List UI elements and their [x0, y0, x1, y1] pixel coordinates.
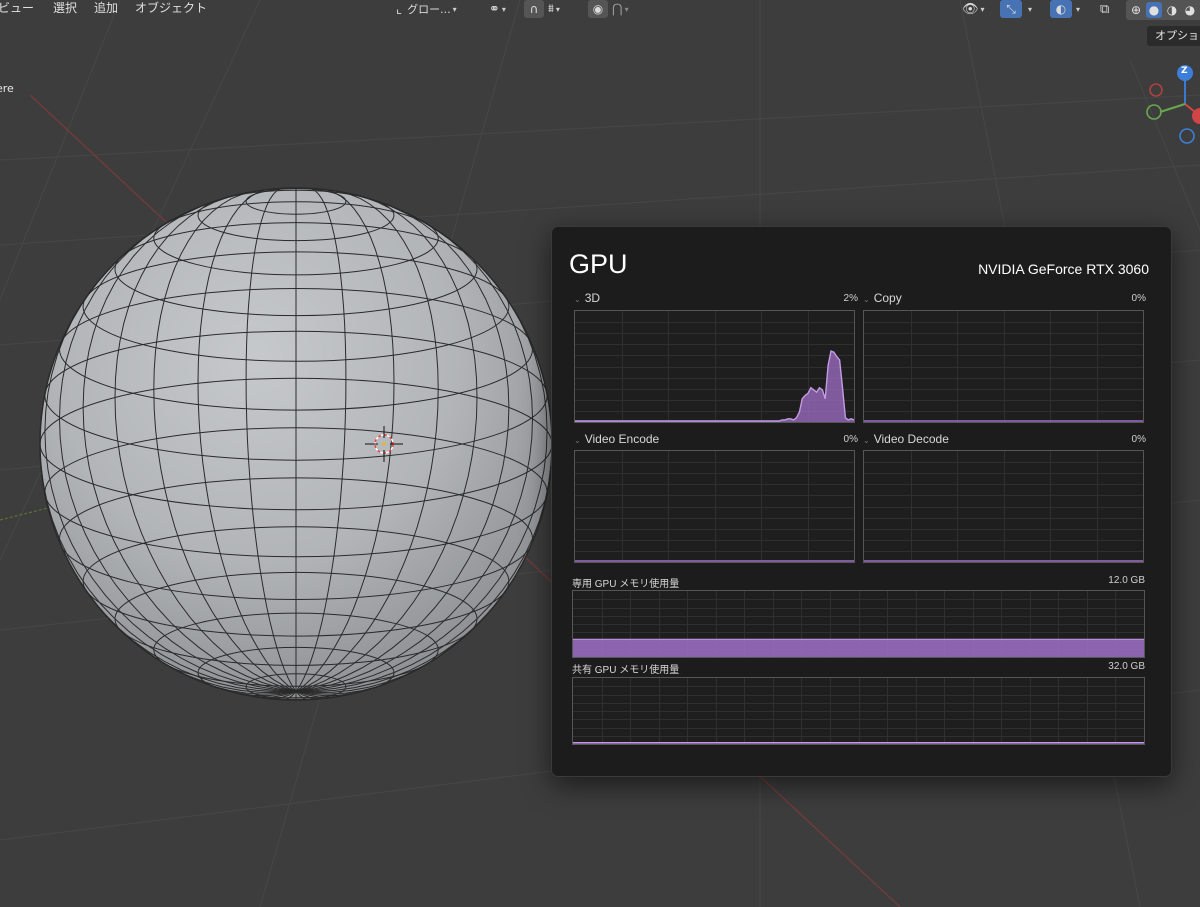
engine-percent-3d: 2%	[843, 293, 858, 304]
memory-usage-fill	[573, 639, 1144, 657]
snap-target-dropdown[interactable]: ⩩ ▾	[548, 0, 560, 18]
engine-percent-video-encode: 0%	[843, 434, 858, 445]
visibility-dropdown[interactable]: 👁 ▾	[962, 0, 985, 18]
viewport-shading-group: ⊕ ● ◑ ◕	[1126, 0, 1200, 20]
chevron-down-icon: ⌄	[574, 295, 581, 304]
rendered-shading-icon[interactable]: ◕	[1182, 2, 1198, 18]
chevron-down-icon: ▾	[624, 4, 629, 14]
chevron-down-icon: ⌄	[863, 436, 870, 445]
chevron-down-icon: ▾	[1076, 4, 1081, 14]
chevron-down-icon: ⌄	[863, 295, 870, 304]
transform-orientation-icon: ⌞	[396, 1, 403, 17]
engine-graph-copy	[863, 310, 1144, 423]
gizmo-icon: ⤡	[1000, 0, 1022, 18]
overlays-toggle[interactable]: ◐ ▾	[1050, 0, 1080, 18]
uv-sphere[interactable]	[39, 187, 553, 701]
gizmos-toggle[interactable]: ⤡ ▾	[1000, 0, 1032, 18]
dedicated-memory-label: 専用 GPU メモリ使用量	[572, 579, 680, 590]
shared-memory-label: 共有 GPU メモリ使用量	[572, 665, 680, 676]
proportional-falloff-dropdown[interactable]: ⋂ ▾	[612, 0, 629, 18]
wireframe-shading-icon[interactable]: ⊕	[1128, 2, 1144, 18]
chevron-down-icon: ▾	[1028, 4, 1033, 14]
viewport-header: ビュー 選択 追加 オブジェクト ⌞ グロー... ▾ ⚭ ▾ ∩ ⩩ ▾ ◉ …	[0, 0, 1200, 20]
engine-graph-video-encode	[574, 450, 855, 563]
chevron-down-icon: ▾	[452, 4, 457, 14]
snap-increment-icon: ⩩	[548, 2, 554, 15]
gizmo-z-label: Z	[1181, 66, 1188, 76]
falloff-curve-icon: ⋂	[612, 1, 623, 17]
shared-memory-graph	[572, 677, 1145, 745]
chevron-down-icon: ▾	[980, 4, 985, 14]
proportional-editing-toggle[interactable]: ◉	[588, 0, 608, 18]
dedicated-memory-graph	[572, 590, 1145, 658]
engine-graph-3d	[574, 310, 855, 423]
chevron-down-icon: ▾	[501, 4, 506, 14]
task-manager-gpu-panel: GPU NVIDIA GeForce RTX 3060 ⌄ 3D 2% ⌄ Copy…	[551, 226, 1172, 777]
shared-memory-total: 32.0 GB	[1108, 661, 1145, 672]
menu-select[interactable]: 選択	[53, 0, 77, 18]
engine-graph-video-decode	[863, 450, 1144, 563]
overlays-icon: ◐	[1050, 0, 1072, 18]
menu-view[interactable]: ビュー	[0, 0, 34, 18]
material-shading-icon[interactable]: ◑	[1164, 2, 1180, 18]
active-object-label: ere	[0, 82, 14, 95]
options-tab[interactable]: オプショ	[1147, 26, 1200, 46]
engine-percent-video-decode: 0%	[1131, 434, 1146, 445]
menu-add[interactable]: 追加	[94, 0, 118, 18]
proportional-edit-icon: ◉	[588, 0, 608, 18]
chevron-down-icon: ▾	[555, 4, 560, 14]
engine-percent-copy: 0%	[1131, 293, 1146, 304]
engine-selector-video-encode[interactable]: ⌄ Video Encode	[574, 432, 659, 446]
panel-title: GPU	[569, 249, 628, 279]
chevron-down-icon: ⌄	[574, 436, 581, 445]
pivot-point-dropdown[interactable]: ⚭ ▾	[489, 0, 506, 18]
xray-icon: ⧉	[1100, 1, 1110, 17]
engine-selector-3d[interactable]: ⌄ 3D	[574, 291, 600, 305]
engine-selector-copy[interactable]: ⌄ Copy	[863, 291, 902, 305]
menu-object[interactable]: オブジェクト	[135, 0, 207, 18]
solid-shading-icon[interactable]: ●	[1146, 2, 1162, 18]
eye-icon: 👁	[962, 1, 979, 17]
xray-toggle[interactable]: ⧉	[1100, 0, 1109, 18]
transform-orientation-dropdown[interactable]: ⌞ グロー... ▾	[396, 0, 457, 18]
dedicated-memory-total: 12.0 GB	[1108, 575, 1145, 586]
magnet-icon: ∩	[524, 0, 544, 18]
pivot-icon: ⚭	[489, 1, 500, 17]
engine-selector-video-decode[interactable]: ⌄ Video Decode	[863, 432, 949, 446]
gpu-device-name: NVIDIA GeForce RTX 3060	[978, 261, 1149, 277]
snap-toggle[interactable]: ∩	[524, 0, 544, 18]
